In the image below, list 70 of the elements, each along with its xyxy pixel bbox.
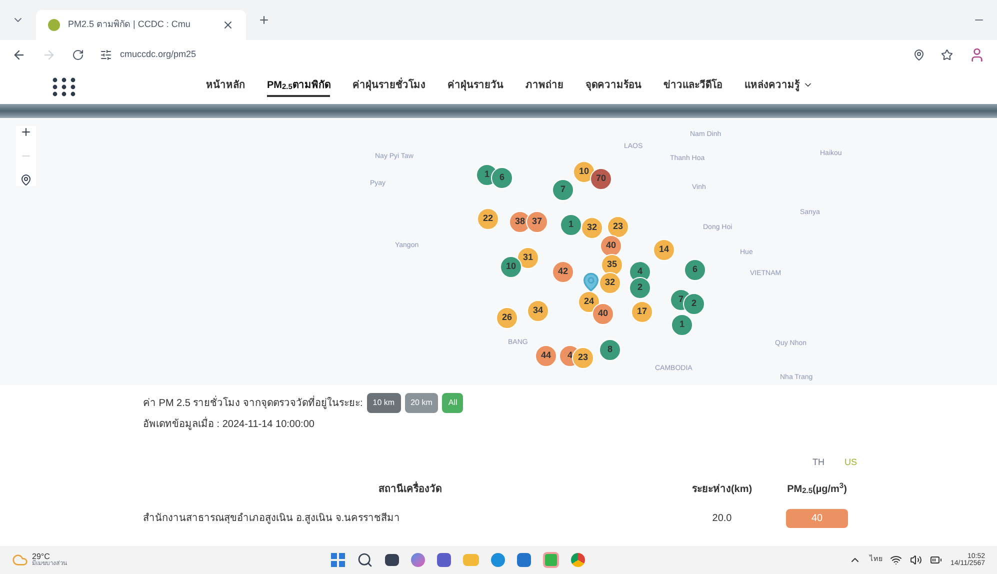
map-marker[interactable]: 1 [671,314,693,336]
nav-link[interactable]: หน้าหลัก [206,78,245,96]
reload-icon[interactable] [72,49,84,61]
nav-link[interactable]: ข่าวและวีดีโอ [663,78,722,96]
map-marker[interactable]: 24 [578,291,600,313]
tab-title: PM2.5 ตามพิกัด | CCDC : Cmu [68,18,190,32]
location-icon[interactable] [913,49,925,61]
map-marker[interactable]: 22 [477,208,499,230]
bookmark-icon[interactable] [941,49,953,61]
column-header: สถานีเครื่องวัด [378,482,442,496]
update-time: อัพเดทข้อมูลเมื่อ : 2024-11-14 10:00:00 [143,417,854,432]
url-text: cmuccdc.org/pm25 [120,48,196,62]
nav-link[interactable]: PM$_{2.5}$ตามพิกัด [267,78,330,96]
weather-icon [12,552,28,568]
map-marker[interactable]: 32 [599,272,621,294]
nav-link[interactable]: ค่าฝุ่นรายวัน [447,78,504,96]
map-marker[interactable]: 40 [600,235,622,257]
column-header: ระยะห่าง(km) [690,482,754,496]
map-marker[interactable]: 10 [500,256,522,278]
column-header: PM$_{2.5}$(µg/m$^{3}$) [786,482,848,496]
table-cell-text: สำนักงานสาธารณสุขอำเภอสูงเนิน อ.สูงเนิน จ.นครราชสีมา [143,512,402,526]
map-marker[interactable]: 1 [560,214,582,236]
volume-icon[interactable] [910,554,922,566]
apps-grid-icon[interactable] [52,77,76,97]
map-marker[interactable]: 44 [535,345,557,367]
start-icon[interactable] [331,553,346,567]
browser-tab[interactable]: PM2.5 ตามพิกัด | CCDC : Cmu [36,10,246,40]
map-marker[interactable]: 8 [599,339,621,361]
close-icon[interactable] [222,19,234,31]
back-icon[interactable] [12,48,26,62]
map-marker[interactable]: 23 [607,216,629,238]
location-pin-icon [581,272,601,292]
range-caption: ค่า PM 2.5 รายชั่วโมง จากจุดตรวจวัดที่อยู่ในระยะ: [143,396,363,410]
chrome-icon[interactable] [571,553,586,567]
map-marker[interactable]: 10 [573,161,595,183]
map-marker[interactable]: 35 [601,254,623,276]
map-marker[interactable]: 34 [527,300,549,322]
map-marker[interactable]: 7 [552,179,574,201]
search-icon[interactable] [357,552,374,568]
standard-toggle[interactable]: TH [812,456,824,470]
map-marker[interactable]: 26 [496,307,518,329]
map-marker[interactable]: 40 [592,303,614,325]
nav-link[interactable]: จุดความร้อน [585,78,642,96]
map-marker[interactable]: 31 [517,247,539,269]
profile-icon[interactable] [969,47,985,63]
nav-link[interactable]: ค่าฝุ่นรายชั่วโมง [352,78,426,96]
map-marker[interactable]: 2 [629,277,651,299]
map-marker[interactable]: 38 [509,211,531,233]
map-marker[interactable]: 23 [572,347,594,369]
map-marker[interactable]: 2 [683,293,705,315]
map-marker[interactable]: 17 [631,301,653,323]
locate-icon[interactable] [20,174,32,186]
temperature-text: 29°C [32,553,50,561]
nav-link[interactable]: ภาพถ่าย [525,78,564,96]
favicon-icon [48,19,60,31]
battery-icon[interactable] [930,554,942,566]
address-bar[interactable]: cmuccdc.org/pm25 [100,48,897,62]
zoom-in-icon[interactable] [20,126,32,138]
new-tab-icon[interactable] [258,14,270,26]
pm25-value-badge: 40 [786,508,848,528]
map-marker[interactable]: 14 [653,239,675,261]
site-settings-icon [100,49,112,61]
range-button[interactable]: 10 km [366,393,401,413]
nav-link[interactable]: แหล่งความรู้ [744,78,814,96]
map-marker[interactable]: 37 [526,211,548,233]
map-marker[interactable]: 32 [581,217,603,239]
map-marker[interactable]: 42 [552,261,574,283]
map-marker[interactable]: 6 [684,259,706,281]
table-cell-text: 20.0 [711,512,733,526]
map-marker[interactable]: 6 [491,167,513,189]
